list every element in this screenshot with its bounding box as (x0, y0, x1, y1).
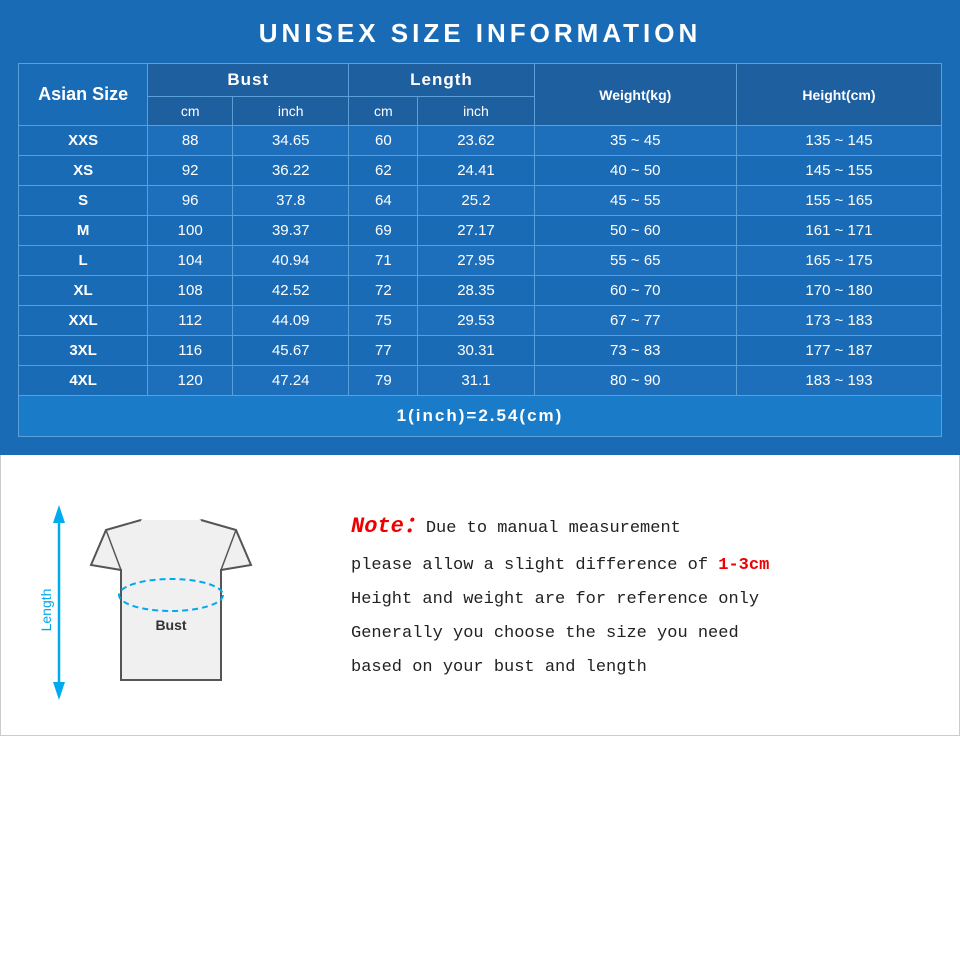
cell-len-cm: 62 (349, 156, 418, 186)
cell-size: S (19, 186, 148, 216)
cell-height: 173 ~ 183 (736, 306, 941, 336)
cell-len-inch: 23.62 (418, 126, 534, 156)
cell-size: XXS (19, 126, 148, 156)
cell-height: 155 ~ 165 (736, 186, 941, 216)
cell-weight: 45 ~ 55 (534, 186, 736, 216)
cell-bust-inch: 45.67 (233, 336, 349, 366)
table-row: XS 92 36.22 62 24.41 40 ~ 50 145 ~ 155 (19, 156, 942, 186)
cell-len-cm: 71 (349, 246, 418, 276)
cell-len-inch: 30.31 (418, 336, 534, 366)
note-line4: Generally you choose the size you need (351, 617, 929, 651)
cell-len-inch: 28.35 (418, 276, 534, 306)
cell-bust-inch: 44.09 (233, 306, 349, 336)
cell-weight: 50 ~ 60 (534, 216, 736, 246)
col-weight-header: Weight(kg) (534, 64, 736, 126)
cell-height: 165 ~ 175 (736, 246, 941, 276)
table-row: XXL 112 44.09 75 29.53 67 ~ 77 173 ~ 183 (19, 306, 942, 336)
note-line2: please allow a slight difference of 1-3c… (351, 549, 929, 583)
cell-bust-cm: 108 (148, 276, 233, 306)
cell-len-cm: 79 (349, 366, 418, 396)
cell-size: XXL (19, 306, 148, 336)
cell-bust-cm: 104 (148, 246, 233, 276)
cell-len-inch: 31.1 (418, 366, 534, 396)
cell-weight: 67 ~ 77 (534, 306, 736, 336)
cell-bust-inch: 47.24 (233, 366, 349, 396)
cell-height: 183 ~ 193 (736, 366, 941, 396)
note-highlight: 1-3cm (718, 556, 769, 575)
cell-bust-cm: 100 (148, 216, 233, 246)
size-table: Asian Size Bust Length Weight(kg) Height… (18, 63, 942, 437)
tshirt-diagram: Length Bust (31, 475, 311, 715)
bottom-section: Length Bust Note：Due to manual measureme… (0, 455, 960, 736)
cell-weight: 40 ~ 50 (534, 156, 736, 186)
cell-len-inch: 29.53 (418, 306, 534, 336)
cell-len-cm: 75 (349, 306, 418, 336)
col-length-header: Length (349, 64, 534, 97)
cell-len-inch: 27.17 (418, 216, 534, 246)
cell-bust-cm: 92 (148, 156, 233, 186)
table-row: S 96 37.8 64 25.2 45 ~ 55 155 ~ 165 (19, 186, 942, 216)
cell-bust-inch: 34.65 (233, 126, 349, 156)
cell-size: XS (19, 156, 148, 186)
note-line5: based on your bust and length (351, 651, 929, 685)
table-row: 3XL 116 45.67 77 30.31 73 ~ 83 177 ~ 187 (19, 336, 942, 366)
col-height-header: Height(cm) (736, 64, 941, 126)
conversion-text: 1(inch)=2.54(cm) (19, 396, 942, 437)
cell-len-cm: 69 (349, 216, 418, 246)
cell-weight: 60 ~ 70 (534, 276, 736, 306)
cell-height: 135 ~ 145 (736, 126, 941, 156)
svg-text:Length: Length (38, 589, 54, 632)
page-title: UNISEX SIZE INFORMATION (18, 18, 942, 49)
bust-inch-header: inch (233, 97, 349, 126)
cell-bust-inch: 42.52 (233, 276, 349, 306)
cell-weight: 80 ~ 90 (534, 366, 736, 396)
cell-bust-cm: 116 (148, 336, 233, 366)
cell-weight: 73 ~ 83 (534, 336, 736, 366)
cell-len-inch: 25.2 (418, 186, 534, 216)
table-row: 4XL 120 47.24 79 31.1 80 ~ 90 183 ~ 193 (19, 366, 942, 396)
svg-text:Bust: Bust (155, 617, 186, 633)
cell-bust-inch: 40.94 (233, 246, 349, 276)
cell-bust-inch: 37.8 (233, 186, 349, 216)
cell-height: 145 ~ 155 (736, 156, 941, 186)
cell-bust-cm: 112 (148, 306, 233, 336)
cell-len-cm: 77 (349, 336, 418, 366)
cell-bust-cm: 120 (148, 366, 233, 396)
bust-cm-header: cm (148, 97, 233, 126)
cell-len-inch: 24.41 (418, 156, 534, 186)
len-cm-header: cm (349, 97, 418, 126)
cell-len-cm: 60 (349, 126, 418, 156)
cell-size: M (19, 216, 148, 246)
note-section: Note：Due to manual measurement please al… (311, 505, 929, 685)
note-line1: Note：Due to manual measurement (351, 505, 929, 549)
table-row: L 104 40.94 71 27.95 55 ~ 65 165 ~ 175 (19, 246, 942, 276)
cell-weight: 35 ~ 45 (534, 126, 736, 156)
cell-bust-inch: 39.37 (233, 216, 349, 246)
cell-size: XL (19, 276, 148, 306)
cell-height: 161 ~ 171 (736, 216, 941, 246)
cell-weight: 55 ~ 65 (534, 246, 736, 276)
note-label: Note： (351, 514, 426, 539)
cell-size: 3XL (19, 336, 148, 366)
conversion-row: 1(inch)=2.54(cm) (19, 396, 942, 437)
note-text1: Due to manual measurement (426, 519, 681, 538)
cell-height: 170 ~ 180 (736, 276, 941, 306)
table-row: XL 108 42.52 72 28.35 60 ~ 70 170 ~ 180 (19, 276, 942, 306)
col-bust-header: Bust (148, 64, 349, 97)
cell-bust-cm: 88 (148, 126, 233, 156)
cell-len-cm: 64 (349, 186, 418, 216)
col-asian-header: Asian Size (19, 64, 148, 126)
cell-height: 177 ~ 187 (736, 336, 941, 366)
cell-size: L (19, 246, 148, 276)
cell-bust-inch: 36.22 (233, 156, 349, 186)
table-section: UNISEX SIZE INFORMATION Asian Size Bust … (0, 0, 960, 455)
cell-len-cm: 72 (349, 276, 418, 306)
len-inch-header: inch (418, 97, 534, 126)
table-row: XXS 88 34.65 60 23.62 35 ~ 45 135 ~ 145 (19, 126, 942, 156)
cell-bust-cm: 96 (148, 186, 233, 216)
table-row: M 100 39.37 69 27.17 50 ~ 60 161 ~ 171 (19, 216, 942, 246)
note-line3: Height and weight are for reference only (351, 583, 929, 617)
cell-len-inch: 27.95 (418, 246, 534, 276)
cell-size: 4XL (19, 366, 148, 396)
